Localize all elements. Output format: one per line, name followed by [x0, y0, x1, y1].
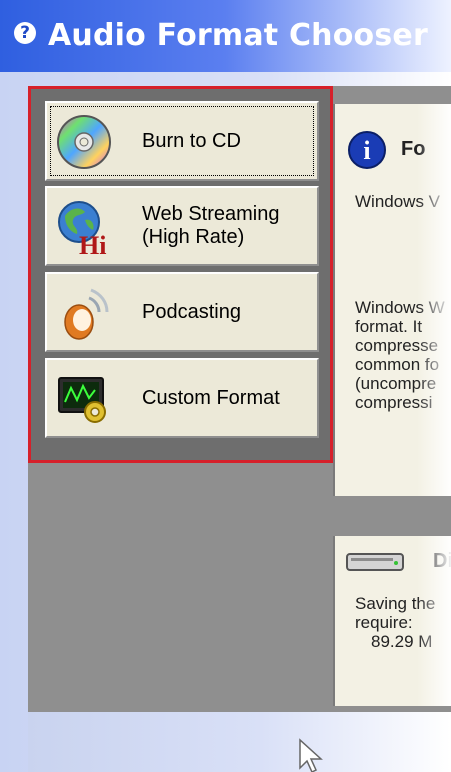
- svg-text:Hi: Hi: [79, 231, 106, 256]
- burn-to-cd-label: Burn to CD: [142, 129, 241, 152]
- drive-icon: [346, 553, 404, 571]
- mouse-cursor-icon: [299, 738, 323, 772]
- client-area: Burn to CD Hi Web Streaming (High Rate): [28, 86, 451, 712]
- format-button-group: Burn to CD Hi Web Streaming (High Rate): [28, 86, 333, 463]
- edge-fade: [417, 536, 451, 706]
- web-streaming-label: Web Streaming (High Rate): [142, 203, 280, 248]
- burn-to-cd-button[interactable]: Burn to CD: [45, 101, 319, 181]
- title-bar[interactable]: ? Audio Format Chooser: [0, 0, 451, 72]
- question-icon: ?: [14, 22, 36, 44]
- window-bottom-strip: [28, 712, 451, 772]
- cd-icon: [57, 115, 111, 169]
- podcasting-button[interactable]: Podcasting: [45, 272, 319, 352]
- globe-hi-icon: Hi: [58, 201, 106, 256]
- custom-format-label: Custom Format: [142, 386, 280, 409]
- info-icon: i: [348, 131, 386, 169]
- info-panel: i Fo Windows V Windows W format. It comp…: [333, 104, 451, 496]
- edge-fade: [417, 104, 451, 496]
- custom-format-icon: [58, 377, 106, 423]
- disk-panel: Di Saving the require: 89.29 M: [333, 536, 451, 706]
- podcast-icon: [64, 288, 109, 340]
- podcasting-label: Podcasting: [142, 300, 241, 323]
- svg-text:i: i: [363, 136, 370, 165]
- app-window: ? Audio Format Chooser Burn to CD Hi Web…: [0, 0, 451, 772]
- window-title: Audio Format Chooser: [48, 18, 428, 53]
- custom-format-button[interactable]: Custom Format: [45, 358, 319, 438]
- web-streaming-button[interactable]: Hi Web Streaming (High Rate): [45, 186, 319, 266]
